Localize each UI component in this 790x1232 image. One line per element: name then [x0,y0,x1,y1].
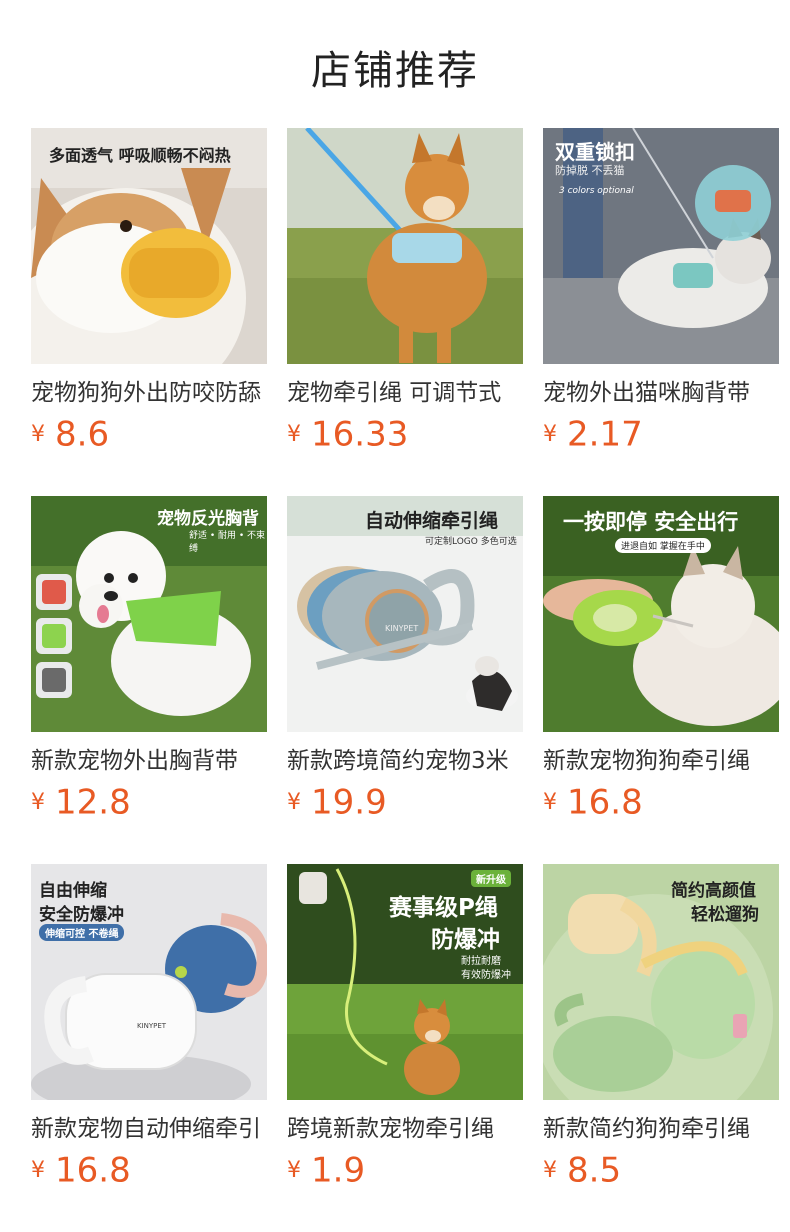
product-image[interactable] [287,128,523,364]
price-value: 2.17 [567,414,643,455]
product-card[interactable]: 新升级 赛事级P绳 防爆冲 耐拉耐磨 有效防爆冲 跨境新款宠物牵引绳 ¥1.9 [287,864,523,1191]
product-image[interactable]: 新升级 赛事级P绳 防爆冲 耐拉耐磨 有效防爆冲 [287,864,523,1100]
product-card[interactable]: 宠物反光胸背 舒适 • 耐用 • 不束缚 新款宠物外出胸背带 ¥12.8 [31,496,267,823]
image-subcaption: 有效防爆冲 [461,970,511,981]
price-value: 19.9 [311,782,387,823]
image-caption: 简约高颜值 [671,881,756,901]
image-caption: 宠物反光胸背 [157,509,259,529]
product-name[interactable]: 宠物牵引绳 可调节式 [287,378,523,408]
image-badge: 新升级 [471,870,511,887]
product-name[interactable]: 跨境新款宠物牵引绳 [287,1114,523,1144]
image-subcaption: 防掉脱 不丢猫 [555,164,625,177]
price-value: 8.6 [55,414,110,455]
image-caption: 自由伸缩 [39,881,107,901]
price-value: 16.33 [311,414,409,455]
product-price: ¥16.33 [287,414,523,455]
currency-symbol: ¥ [31,421,45,447]
image-caption: 一按即停 安全出行 [563,510,739,534]
currency-symbol: ¥ [31,1157,45,1183]
product-image[interactable]: 自由伸缩 安全防爆冲 伸缩可控 不卷绳 KINYPET [31,864,267,1100]
product-price: ¥12.8 [31,782,267,823]
image-subcaption: 可定制LOGO 多色可选 [425,537,517,547]
product-image[interactable]: 一按即停 安全出行 进退自如 掌握在手中 [543,496,779,732]
product-card[interactable]: 简约高颜值 轻松遛狗 新款简约狗狗牵引绳 ¥8.5 [543,864,779,1191]
price-value: 12.8 [55,782,131,823]
product-price: ¥8.5 [543,1150,779,1191]
product-image[interactable]: 自动伸缩牵引绳 可定制LOGO 多色可选 KINYPET [287,496,523,732]
currency-symbol: ¥ [543,1157,557,1183]
product-name[interactable]: 宠物外出猫咪胸背带 [543,378,779,408]
page-title: 店铺推荐 [311,48,479,94]
product-name[interactable]: 新款宠物外出胸背带 [31,746,267,776]
currency-symbol: ¥ [31,789,45,815]
product-image[interactable]: 宠物反光胸背 舒适 • 耐用 • 不束缚 [31,496,267,732]
product-name[interactable]: 新款宠物自动伸缩牵引 [31,1114,267,1144]
currency-symbol: ¥ [287,1157,301,1183]
product-price: ¥1.9 [287,1150,523,1191]
image-subcaption: 3 colors optional [559,186,634,196]
price-value: 8.5 [567,1150,622,1191]
product-name[interactable]: 新款简约狗狗牵引绳 [543,1114,779,1144]
product-price: ¥16.8 [31,1150,267,1191]
product-image[interactable]: 简约高颜值 轻松遛狗 [543,864,779,1100]
image-badge: 伸缩可控 不卷绳 [39,924,125,941]
product-card[interactable]: 双重锁扣 防掉脱 不丢猫 3 colors optional 宠物外出猫咪胸背带… [543,128,779,455]
image-subcaption: 进退自如 掌握在手中 [615,538,711,553]
product-image[interactable]: 双重锁扣 防掉脱 不丢猫 3 colors optional [543,128,779,364]
image-caption: 自动伸缩牵引绳 [365,510,499,532]
product-price: ¥2.17 [543,414,779,455]
product-name[interactable]: 新款宠物狗狗牵引绳 [543,746,779,776]
image-subcaption: 耐拉耐磨 [461,956,501,967]
image-subcaption: 舒适 • 耐用 • 不束缚 [189,531,266,554]
image-caption: 赛事级P绳 [389,895,498,921]
image-caption: 安全防爆冲 [39,905,124,925]
product-price: ¥8.6 [31,414,267,455]
product-price: ¥16.8 [543,782,779,823]
brand-label: KINYPET [137,1022,167,1030]
product-image[interactable]: 多面透气 呼吸顺畅不闷热 [31,128,267,364]
image-caption: 轻松遛狗 [691,905,759,925]
brand-label: KINYPET [385,624,419,633]
price-value: 1.9 [311,1150,366,1191]
product-card[interactable]: 宠物牵引绳 可调节式 ¥16.33 [287,128,523,455]
image-caption: 防爆冲 [431,927,500,953]
product-card[interactable]: 多面透气 呼吸顺畅不闷热 宠物狗狗外出防咬防舔 ¥8.6 [31,128,267,455]
currency-symbol: ¥ [287,421,301,447]
currency-symbol: ¥ [543,421,557,447]
price-value: 16.8 [567,782,643,823]
price-value: 16.8 [55,1150,131,1191]
image-caption: 双重锁扣 [555,140,635,164]
currency-symbol: ¥ [543,789,557,815]
currency-symbol: ¥ [287,789,301,815]
product-name[interactable]: 宠物狗狗外出防咬防舔 [31,378,267,408]
product-card[interactable]: 一按即停 安全出行 进退自如 掌握在手中 新款宠物狗狗牵引绳 ¥16.8 [543,496,779,823]
product-card[interactable]: 自由伸缩 安全防爆冲 伸缩可控 不卷绳 KINYPET 新款宠物自动伸缩牵引 ¥… [31,864,267,1191]
image-caption: 多面透气 呼吸顺畅不闷热 [49,146,231,165]
product-card[interactable]: 自动伸缩牵引绳 可定制LOGO 多色可选 KINYPET 新款跨境简约宠物3米 … [287,496,523,823]
product-name[interactable]: 新款跨境简约宠物3米 [287,746,523,776]
product-price: ¥19.9 [287,782,523,823]
